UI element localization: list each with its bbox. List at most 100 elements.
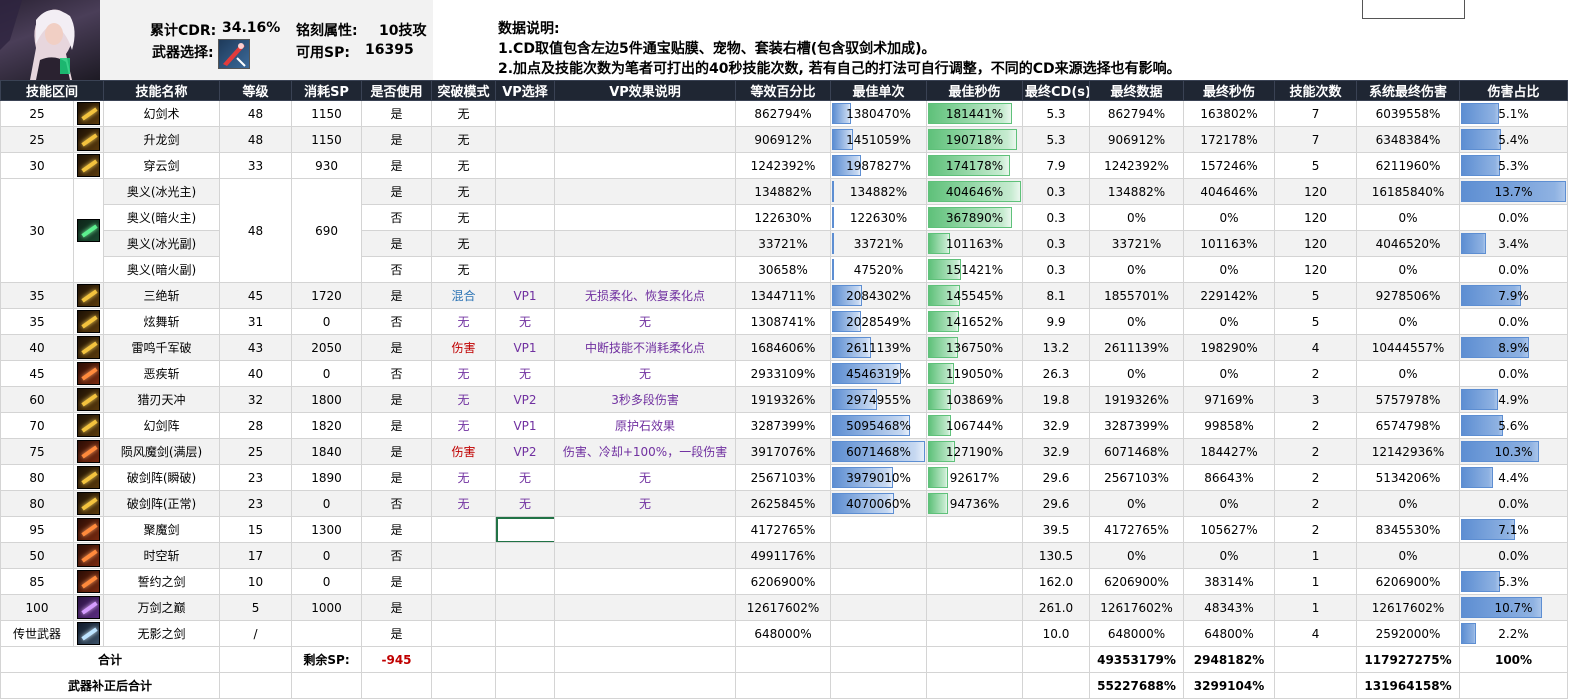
best-dps-cell[interactable]: 92617%	[926, 464, 1024, 491]
header-cell[interactable]: 最终秒伤	[1183, 80, 1276, 101]
header-cell[interactable]: 等效百分比	[735, 80, 832, 101]
skill-sp-cell[interactable]: 0	[291, 360, 363, 387]
header-cell[interactable]: 系统最终伤害	[1356, 80, 1461, 101]
break-mode-cell[interactable]: 无	[431, 230, 497, 257]
break-mode-cell[interactable]: 无	[431, 178, 497, 205]
header-cell[interactable]: 最佳秒伤	[926, 80, 1024, 101]
use-select-cell[interactable]: 是	[361, 282, 433, 309]
best-single-cell[interactable]: 2974955%	[830, 386, 928, 413]
vp-select-cell[interactable]	[495, 126, 556, 153]
best-single-cell[interactable]: 2028549%	[830, 308, 928, 335]
skill-count-cell[interactable]: 3	[1274, 386, 1358, 413]
use-select-cell[interactable]: 是	[361, 100, 433, 127]
best-single-cell[interactable]	[830, 620, 928, 647]
damage-share-cell[interactable]: 10.7%	[1459, 594, 1569, 621]
vp-select-cell[interactable]	[495, 204, 556, 231]
skill-count-cell[interactable]: 1	[1274, 568, 1358, 595]
vp-select-cell[interactable]: 无	[495, 360, 556, 387]
skill-name-cell[interactable]: 猎刃天冲	[103, 386, 221, 413]
skill-level-cell[interactable]: 33	[219, 152, 293, 179]
skill-range-cell[interactable]: 70	[0, 412, 74, 439]
use-select-cell[interactable]: 是	[361, 230, 433, 257]
skill-sp-cell[interactable]: 2050	[291, 334, 363, 361]
best-dps-cell[interactable]: 190718%	[926, 126, 1024, 153]
use-select-cell[interactable]: 否	[361, 308, 433, 335]
skill-range-cell[interactable]: 80	[0, 464, 74, 491]
best-single-cell[interactable]	[830, 594, 928, 621]
use-select-cell[interactable]: 否	[361, 360, 433, 387]
damage-share-cell[interactable]: 4.9%	[1459, 386, 1569, 413]
skill-count-cell[interactable]: 4	[1274, 334, 1358, 361]
vp-select-cell[interactable]: VP1	[495, 334, 556, 361]
skill-count-cell[interactable]: 2	[1274, 490, 1358, 517]
skill-level-cell[interactable]: 5	[219, 594, 293, 621]
break-mode-cell[interactable]: 无	[431, 152, 497, 179]
break-mode-cell[interactable]: 伤害	[431, 334, 497, 361]
skill-name-cell[interactable]: 破剑阵(瞬破)	[103, 464, 221, 491]
skill-name-cell[interactable]: 升龙剑	[103, 126, 221, 153]
skill-sp-cell[interactable]: 1890	[291, 464, 363, 491]
damage-share-cell[interactable]: 0.0%	[1459, 542, 1569, 569]
header-cell[interactable]: 最终数据	[1089, 80, 1185, 101]
damage-share-cell[interactable]: 0.0%	[1459, 204, 1569, 231]
skill-name-cell[interactable]: 奥义(冰光主)	[103, 178, 221, 205]
skill-count-cell[interactable]: 120	[1274, 178, 1358, 205]
break-mode-cell[interactable]: 无	[431, 360, 497, 387]
skill-level-cell[interactable]: 15	[219, 516, 293, 543]
vp-select-cell[interactable]: ▼	[495, 516, 556, 543]
best-dps-cell[interactable]: 106744%	[926, 412, 1024, 439]
header-cell[interactable]: 技能区间	[0, 80, 105, 101]
damage-share-cell[interactable]: 5.6%	[1459, 412, 1569, 439]
vp-select-cell[interactable]	[495, 542, 556, 569]
best-dps-cell[interactable]: 103869%	[926, 386, 1024, 413]
vp-select-input[interactable]	[496, 517, 554, 542]
skill-range-cell[interactable]: 95	[0, 516, 74, 543]
break-mode-cell[interactable]: 伤害	[431, 438, 497, 465]
skill-sp-cell[interactable]	[291, 620, 363, 647]
break-mode-cell[interactable]	[431, 516, 497, 543]
skill-range-cell[interactable]: 45	[0, 360, 74, 387]
skill-name-cell[interactable]: 恶疾斩	[103, 360, 221, 387]
vp-select-cell[interactable]: VP1	[495, 412, 556, 439]
skill-count-cell[interactable]: 120	[1274, 204, 1358, 231]
vp-select-cell[interactable]: 无	[495, 308, 556, 335]
best-dps-cell[interactable]: 145545%	[926, 282, 1024, 309]
skill-level-cell[interactable]: 32	[219, 386, 293, 413]
skill-name-cell[interactable]: 奥义(冰光副)	[103, 230, 221, 257]
header-cell[interactable]: 技能名称	[103, 80, 221, 101]
vp-select-cell[interactable]	[495, 594, 556, 621]
skill-name-cell[interactable]: 奥义(暗火副)	[103, 256, 221, 283]
skill-count-cell[interactable]: 120	[1274, 230, 1358, 257]
skill-count-cell[interactable]: 1	[1274, 594, 1358, 621]
skill-name-cell[interactable]: 奥义(暗火主)	[103, 204, 221, 231]
skill-range-cell[interactable]: 35	[0, 308, 74, 335]
break-mode-cell[interactable]: 无	[431, 308, 497, 335]
skill-range-cell[interactable]: 40	[0, 334, 74, 361]
use-select-cell[interactable]: 是	[361, 334, 433, 361]
skill-count-cell[interactable]: 120	[1274, 256, 1358, 283]
skill-range-cell[interactable]: 60	[0, 386, 74, 413]
header-cell[interactable]: 最佳单次	[830, 80, 928, 101]
vp-select-cell[interactable]: VP2	[495, 438, 556, 465]
damage-share-cell[interactable]: 2.2%	[1459, 620, 1569, 647]
weapon-select-icon[interactable]	[218, 39, 250, 69]
best-single-cell[interactable]: 1380470%	[830, 100, 928, 127]
vp-select-cell[interactable]	[495, 256, 556, 283]
vp-select-cell[interactable]: 无	[495, 490, 556, 517]
skill-name-cell[interactable]: 穿云剑	[103, 152, 221, 179]
skill-level-cell[interactable]: 10	[219, 568, 293, 595]
skill-count-cell[interactable]: 1	[1274, 542, 1358, 569]
break-mode-cell[interactable]: 无	[431, 126, 497, 153]
break-mode-cell[interactable]	[431, 542, 497, 569]
best-dps-cell[interactable]: 127190%	[926, 438, 1024, 465]
skill-count-cell[interactable]: 7	[1274, 126, 1358, 153]
best-single-cell[interactable]: 2084302%	[830, 282, 928, 309]
damage-share-cell[interactable]: 0.0%	[1459, 256, 1569, 283]
best-dps-cell[interactable]: 181441%	[926, 100, 1024, 127]
best-dps-cell[interactable]: 174178%	[926, 152, 1024, 179]
best-single-cell[interactable]: 1987827%	[830, 152, 928, 179]
header-cell[interactable]: VP效果说明	[554, 80, 737, 101]
skill-count-cell[interactable]: 5	[1274, 282, 1358, 309]
damage-share-cell[interactable]: 0.0%	[1459, 490, 1569, 517]
use-select-cell[interactable]: 否	[361, 490, 433, 517]
